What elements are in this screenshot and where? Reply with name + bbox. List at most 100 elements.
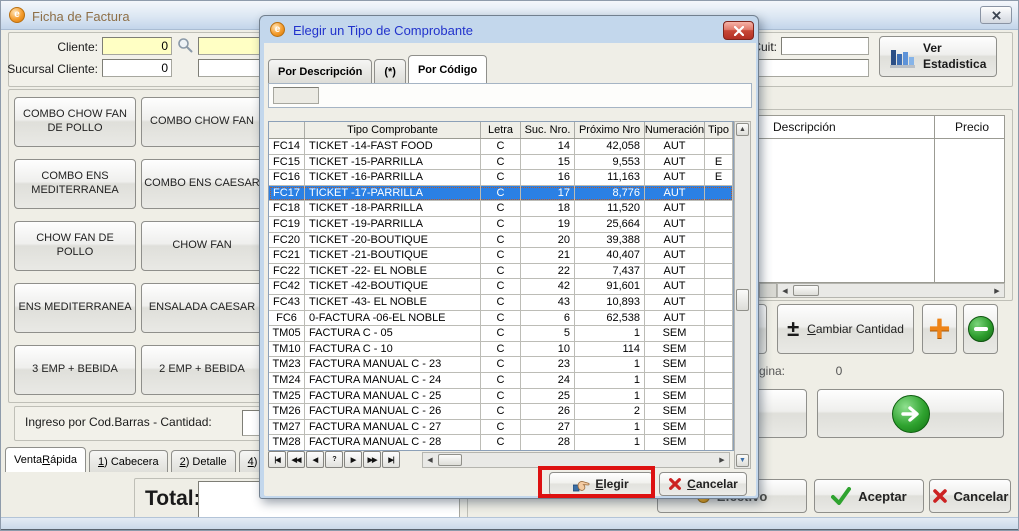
- search-icon: [177, 37, 193, 53]
- aceptar-button[interactable]: Aceptar: [814, 479, 924, 513]
- grid-hscroll-thumb[interactable]: [438, 454, 462, 466]
- search-customer-button[interactable]: [177, 37, 193, 58]
- navigator-button[interactable]: ?: [325, 451, 343, 468]
- grid-row[interactable]: TM26FACTURA MANUAL C - 26C262SEM: [269, 404, 733, 420]
- product-button[interactable]: 2 EMP + BEBIDA: [141, 345, 263, 395]
- scroll-down-icon[interactable]: ▼: [736, 454, 749, 467]
- grid-row[interactable]: TM25FACTURA MANUAL C - 25C251SEM: [269, 389, 733, 405]
- grid-row[interactable]: FC19TICKET -19-PARRILLAC1925,664AUT: [269, 217, 733, 233]
- barcode-label: Ingreso por Cod.Barras - Cantidad:: [25, 415, 212, 429]
- product-button[interactable]: COMBO CHOW FAN: [141, 97, 263, 147]
- grid-column-header: Tipo Comprobante: [305, 122, 481, 138]
- dialog-tab[interactable]: (*): [374, 59, 406, 83]
- product-button[interactable]: CHOW FAN: [141, 221, 263, 271]
- minus-icon: [968, 316, 994, 342]
- increase-quantity-button[interactable]: +: [922, 304, 957, 354]
- main-tab[interactable]: 2) Detalle: [171, 450, 236, 472]
- dialog-tab[interactable]: Por Descripción: [268, 59, 372, 83]
- grid-vscrollbar[interactable]: ▲ ▼: [734, 121, 751, 469]
- product-button[interactable]: COMBO ENS CAESAR: [141, 159, 263, 209]
- arrow-right-icon: [892, 395, 930, 433]
- main-close-button[interactable]: [980, 6, 1012, 24]
- plus-icon: +: [928, 314, 950, 344]
- grid-row[interactable]: FC22TICKET -22- EL NOBLEC227,437AUT: [269, 264, 733, 280]
- dialog-cancelar-button[interactable]: Cancelar: [659, 472, 747, 496]
- grid-row[interactable]: TM05FACTURA C - 05C51SEM: [269, 326, 733, 342]
- grid-vscroll-thumb[interactable]: [736, 289, 749, 311]
- sucursal-cliente-input[interactable]: [102, 59, 172, 77]
- decrease-quantity-button[interactable]: [963, 304, 998, 354]
- grid-row[interactable]: FC43TICKET -43- EL NOBLEC4310,893AUT: [269, 295, 733, 311]
- red-x-icon: [932, 488, 948, 504]
- main-cancelar-button[interactable]: Cancelar: [929, 479, 1011, 513]
- navigator-button[interactable]: ▶: [344, 451, 362, 468]
- grid-row[interactable]: TM28FACTURA MANUAL C - 28C281SEM: [269, 435, 733, 451]
- main-tab[interactable]: Venta Rápida: [5, 447, 86, 472]
- detail-hscroll-thumb[interactable]: [793, 285, 819, 296]
- aceptar-label: Aceptar: [858, 489, 906, 504]
- ver-estadistica-button[interactable]: Ver Estadistica: [879, 36, 997, 77]
- cliente-input[interactable]: [102, 37, 172, 55]
- grid-row[interactable]: TM24FACTURA MANUAL C - 24C241SEM: [269, 373, 733, 389]
- grid-row[interactable]: FC17TICKET -17-PARRILLAC178,776AUT: [269, 186, 733, 202]
- grid-header: Tipo ComprobanteLetraSuc. Nro.Próximo Nr…: [269, 122, 733, 139]
- product-button[interactable]: ENSALADA CAESAR: [141, 283, 263, 333]
- product-button[interactable]: ENS MEDITERRANEA: [14, 283, 136, 333]
- scroll-up-icon[interactable]: ▲: [736, 123, 749, 136]
- grid-row[interactable]: FC21TICKET -21-BOUTIQUEC2140,407AUT: [269, 248, 733, 264]
- grid-column-header: Suc. Nro.: [521, 122, 575, 138]
- window-bottom-edge: [1, 517, 1019, 531]
- scroll-right-icon[interactable]: ▶: [716, 454, 728, 466]
- grid-row[interactable]: FC42TICKET -42-BOUTIQUEC4291,601AUT: [269, 279, 733, 295]
- sucursal-cliente-label: Sucursal Cliente:: [3, 62, 98, 76]
- cambiar-cantidad-label: Cambiar Cantidad: [807, 322, 904, 336]
- grid-column-header: Próximo Nro: [575, 122, 645, 138]
- dialog-icon: e: [270, 22, 285, 37]
- cliente-label: Cliente:: [31, 40, 98, 54]
- razon-social-field[interactable]: [741, 59, 869, 77]
- navigator-button[interactable]: |◀: [268, 451, 286, 468]
- scroll-left-icon[interactable]: ◀: [424, 454, 436, 466]
- grid-body: FC14TICKET -14-FAST FOODC1442,058AUTFC15…: [269, 139, 733, 451]
- product-buttons-grid: COMBO CHOW FAN DE POLLOCOMBO CHOW FANCOM…: [14, 97, 263, 395]
- plus-minus-icon: ±: [787, 318, 799, 340]
- product-button[interactable]: COMBO CHOW FAN DE POLLO: [14, 97, 136, 147]
- grid-row[interactable]: FC60-FACTURA -06-EL NOBLEC662,538AUT: [269, 311, 733, 327]
- scroll-right-icon[interactable]: ▶: [991, 285, 1003, 296]
- grid-row[interactable]: TM27FACTURA MANUAL C - 27C271SEM: [269, 420, 733, 436]
- scroll-left-icon[interactable]: ◀: [779, 285, 791, 296]
- main-cancelar-label: Cancelar: [954, 489, 1009, 504]
- grid-row[interactable]: TM10FACTURA C - 10C10114SEM: [269, 342, 733, 358]
- next-button[interactable]: [817, 389, 1004, 438]
- dialog-tab[interactable]: Por Código: [408, 55, 487, 83]
- elegir-tipo-comprobante-dialog: e Elegir un Tipo de Comprobante Por Desc…: [259, 15, 759, 499]
- dialog-close-button[interactable]: [723, 21, 754, 40]
- grid-row[interactable]: TM23FACTURA MANUAL C - 23C231SEM: [269, 357, 733, 373]
- dialog-cancelar-label: Cancelar: [687, 477, 738, 491]
- product-button[interactable]: CHOW FAN DE POLLO: [14, 221, 136, 271]
- grid-row[interactable]: FC20TICKET -20-BOUTIQUEC2039,388AUT: [269, 233, 733, 249]
- navigator-button[interactable]: ◀◀: [287, 451, 305, 468]
- annotation-highlight: [538, 466, 655, 498]
- product-button[interactable]: 3 EMP + BEBIDA: [14, 345, 136, 395]
- cambiar-cantidad-button[interactable]: ± Cambiar Cantidad: [777, 304, 914, 354]
- dialog-code-input[interactable]: [273, 87, 319, 104]
- grid-row[interactable]: FC15TICKET -15-PARRILLAC159,553AUTE: [269, 155, 733, 171]
- grid-column-header: [269, 122, 305, 138]
- grid-column-header: Numeración: [645, 122, 705, 138]
- grid-column-header: Letra: [481, 122, 521, 138]
- product-button[interactable]: COMBO ENS MEDITERRANEA: [14, 159, 136, 209]
- comprobante-grid: Tipo ComprobanteLetraSuc. Nro.Próximo Nr…: [268, 121, 734, 451]
- grid-row[interactable]: FC18TICKET -18-PARRILLAC1811,520AUT: [269, 201, 733, 217]
- navigator-button[interactable]: ▶▶: [363, 451, 381, 468]
- main-tabs: Venta Rápida1) Cabecera2) Detalle4) Impo…: [5, 447, 301, 472]
- navigator-button[interactable]: ▶|: [382, 451, 400, 468]
- close-icon: [734, 26, 744, 36]
- total-label: Total:: [145, 487, 201, 511]
- main-tab[interactable]: 1) Cabecera: [89, 450, 168, 472]
- navigator-button[interactable]: ◀: [306, 451, 324, 468]
- grid-row[interactable]: FC16TICKET -16-PARRILLAC1611,163AUTE: [269, 170, 733, 186]
- grid-row[interactable]: FC14TICKET -14-FAST FOODC1442,058AUT: [269, 139, 733, 155]
- detail-hscrollbar[interactable]: ◀ ▶: [777, 283, 1005, 298]
- cuit-input[interactable]: [781, 37, 869, 55]
